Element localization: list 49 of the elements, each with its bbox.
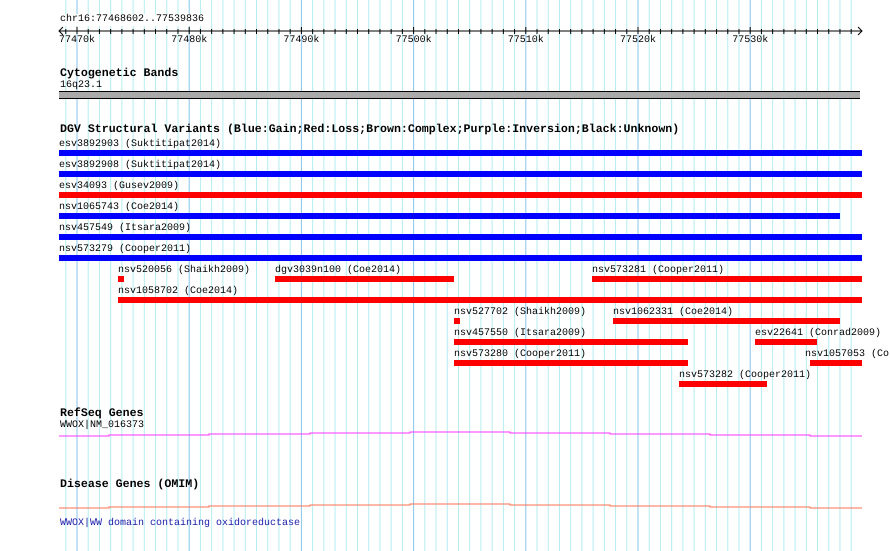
gene-label: WWOX|NM_016373	[59, 420, 144, 431]
variant-label: dgv3039n100 (Coe2014)	[275, 266, 402, 276]
track-title: DGV Structural Variants (Blue:Gain;Red:Loss;Brown:Complex;Purple:Inversion;Black:Unknown)	[59, 123, 680, 136]
variant-bar[interactable]	[810, 360, 862, 366]
variant-label: nsv457549 (Itsara2009)	[59, 224, 192, 234]
ruler-tick-label: 77480k	[171, 35, 208, 47]
variant-bar[interactable]	[59, 150, 862, 156]
variant-label: esv3892903 (Suktitipat2014)	[59, 140, 222, 150]
band-label: 16q23.1	[59, 80, 102, 91]
ruler-tick-label: 77490k	[283, 35, 320, 47]
variant-label: nsv573280 (Cooper2011)	[454, 350, 586, 360]
variant-label: nsv527702 (Shaikh2009)	[454, 308, 586, 318]
variant-bar[interactable]	[454, 318, 460, 324]
variant-bar[interactable]	[59, 255, 862, 261]
variant-bar[interactable]	[59, 234, 862, 240]
disease-gene-label: WWOX|WW domain containing oxidoreductase	[59, 518, 300, 529]
ruler-tick-label: 77500k	[396, 35, 432, 47]
variant-label: esv22641 (Conrad2009)	[755, 329, 882, 339]
variant-bar[interactable]	[275, 276, 454, 282]
track-title: Disease Genes (OMIM)	[59, 478, 200, 491]
ruler-tick-label: 77510k	[508, 35, 544, 47]
variant-label: nsv573282 (Cooper2011)	[679, 371, 812, 381]
variant-bar[interactable]	[59, 192, 862, 198]
region-label: chr16:77468602..77539836	[60, 14, 204, 26]
variant-bar[interactable]	[118, 276, 124, 282]
variant-bar[interactable]	[755, 339, 817, 345]
variant-bar[interactable]	[118, 297, 862, 303]
variant-bar[interactable]	[592, 276, 862, 282]
variant-bar[interactable]	[59, 213, 840, 219]
variant-label: nsv457550 (Itsara2009)	[454, 329, 586, 339]
variant-label: nsv1065743 (Coe2014)	[59, 203, 180, 213]
variant-label: nsv1058702 (Coe2014)	[118, 287, 238, 297]
variant-bar[interactable]	[679, 381, 767, 387]
variant-label: esv34093 (Gusev2009)	[59, 182, 180, 192]
variant-label: nsv1062331 (Coe2014)	[613, 308, 734, 318]
variant-label: esv3892908 (Suktitipat2014)	[59, 161, 222, 171]
variant-bar[interactable]	[454, 339, 688, 345]
variant-label: nsv573281 (Cooper2011)	[592, 266, 724, 276]
ruler-tick-label: 77530k	[732, 35, 768, 47]
track-title: Cytogenetic Bands	[59, 67, 178, 80]
variant-label: nsv1057053 (Co	[805, 350, 890, 360]
variant-bar[interactable]	[613, 318, 840, 324]
ruler-tick-label: 77520k	[620, 35, 656, 47]
variant-label: nsv520056 (Shaikh2009)	[118, 266, 250, 276]
variant-label: nsv573279 (Cooper2011)	[59, 245, 192, 255]
variant-bar[interactable]	[454, 360, 688, 366]
track-title: RefSeq Genes	[59, 407, 144, 420]
ruler-tick-label: 77470k	[59, 35, 96, 47]
variant-bar[interactable]	[59, 171, 862, 177]
